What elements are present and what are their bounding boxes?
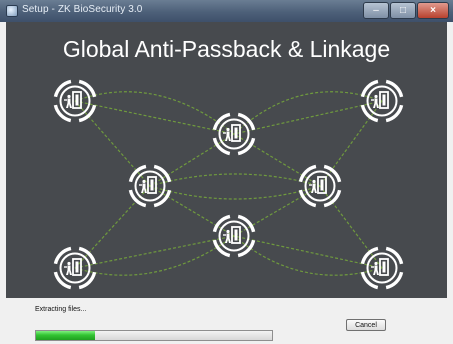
window-title: Setup - ZK BioSecurity 3.0 xyxy=(22,4,143,15)
title-bar[interactable]: Setup - ZK BioSecurity 3.0 – □ × xyxy=(0,0,453,22)
window-controls: – □ × xyxy=(363,2,449,19)
linkage-network-graphic xyxy=(49,75,408,294)
cancel-button[interactable]: Cancel xyxy=(346,319,386,331)
setup-window: Setup - ZK BioSecurity 3.0 – □ × Global … xyxy=(0,0,453,344)
maximize-button[interactable]: □ xyxy=(390,2,416,19)
app-icon xyxy=(6,5,18,17)
setup-banner: Global Anti-Passback & Linkage xyxy=(6,22,447,298)
close-button[interactable]: × xyxy=(417,2,449,19)
linkage-lines xyxy=(74,91,383,276)
minimize-button[interactable]: – xyxy=(363,2,389,19)
progress-fill xyxy=(36,331,95,340)
status-text: Extracting files... xyxy=(35,306,87,313)
progress-bar xyxy=(35,330,273,341)
